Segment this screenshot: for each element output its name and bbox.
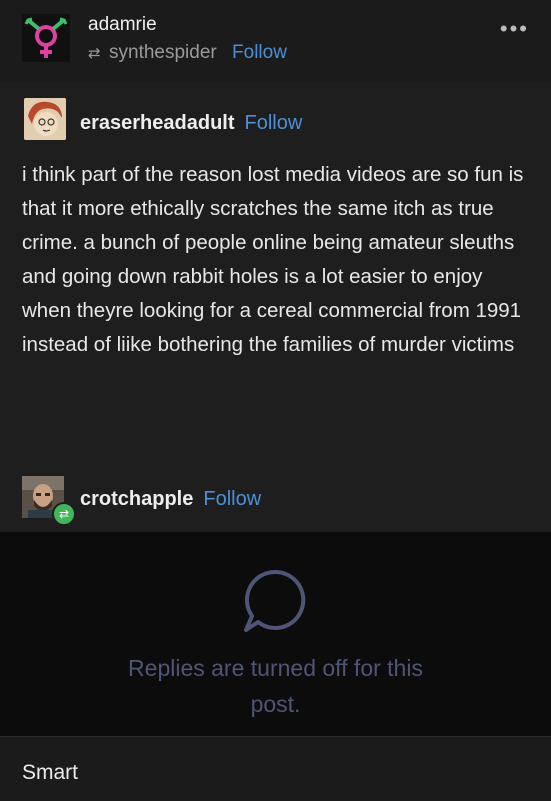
reblogger-username[interactable]: adamrie [88,14,157,36]
reblog-header: adamrie ⇄ synthespider Follow ••• [0,0,551,82]
avatar[interactable] [22,14,70,62]
reblog-badge-icon: ⇄ [52,502,76,526]
reblogged-from-username[interactable]: synthespider [109,42,217,63]
replies-disabled-panel: Replies are turned off for this post. [0,532,551,736]
replies-disabled-message: Replies are turned off for this post. [128,655,423,717]
follow-button[interactable]: Follow [232,42,287,63]
reblog-author: crotchapple Follow [80,488,261,511]
footer-text: Smart [22,761,79,784]
reblog-author-row: ⇄ crotchapple Follow [0,460,551,532]
avatar[interactable] [24,98,66,140]
reblog-author-username[interactable]: crotchapple [80,488,193,510]
footer: Smart [0,736,551,801]
post-author: eraserheadadult Follow [80,112,302,135]
reblog-icon: ⇄ [88,45,101,62]
more-options-icon[interactable]: ••• [500,18,529,40]
post-body: i think part of the reason lost media vi… [22,163,524,356]
gender-symbols-icon [22,14,70,62]
follow-button[interactable]: Follow [203,488,261,510]
post-author-username[interactable]: eraserheadadult [80,112,235,134]
reblogged-from: ⇄ synthespider Follow [88,42,287,64]
original-post: eraserheadadult Follow i think part of th… [0,82,551,460]
speech-bubble-icon [244,569,306,632]
cartoon-face-icon [24,98,66,140]
follow-button[interactable]: Follow [245,112,303,134]
